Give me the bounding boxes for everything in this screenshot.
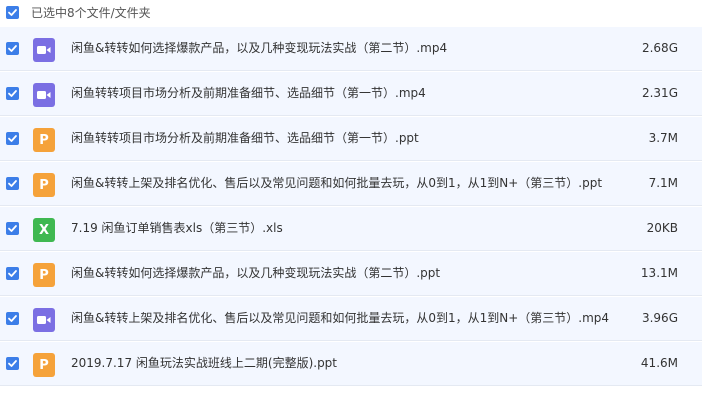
ppt-icon: P [33,128,55,152]
checkmark-icon [8,9,17,16]
checkmark-icon [8,270,17,277]
file-name[interactable]: 闲鱼转转项目市场分析及前期准备细节、选品细节（第一节）.mp4 [71,85,426,101]
file-row[interactable]: 闲鱼&转转上架及排名优化、售后以及常见问题和如何批量去玩，从0到1，从1到N+（… [0,297,702,341]
file-size: 2.68G [641,41,678,55]
file-row[interactable]: P 闲鱼&转转上架及排名优化、售后以及常见问题和如何批量去玩，从0到1，从1到N… [0,162,702,206]
file-row[interactable]: 闲鱼转转项目市场分析及前期准备细节、选品细节（第一节）.mp4 2.31G [0,72,702,116]
file-size: 13.1M [640,266,678,280]
checkmark-icon [8,135,17,142]
ppt-icon: P [33,353,55,377]
row-checkbox[interactable] [6,312,19,325]
file-size: 2.31G [641,86,678,100]
file-row[interactable]: P 闲鱼转转项目市场分析及前期准备细节、选品细节（第一节）.ppt 3.7M [0,117,702,161]
selection-count-label: 已选中8个文件/文件夹 [31,6,151,20]
row-checkbox[interactable] [6,177,19,190]
checkmark-icon [8,360,17,367]
file-name[interactable]: 2019.7.17 闲鱼玩法实战班线上二期(完整版).ppt [71,355,337,371]
selection-header: 已选中8个文件/文件夹 [0,0,702,27]
file-name[interactable]: 闲鱼&转转如何选择爆款产品，以及几种变现玩法实战（第二节）.ppt [71,265,440,281]
checkmark-icon [8,90,17,97]
checkmark-icon [8,45,17,52]
row-checkbox[interactable] [6,42,19,55]
xls-icon: X [33,218,55,242]
file-name[interactable]: 闲鱼转转项目市场分析及前期准备细节、选品细节（第一节）.ppt [71,130,419,146]
file-row[interactable]: 闲鱼&转转如何选择爆款产品，以及几种变现玩法实战（第二节）.mp4 2.68G [0,27,702,71]
checkmark-icon [8,315,17,322]
file-name[interactable]: 闲鱼&转转上架及排名优化、售后以及常见问题和如何批量去玩，从0到1，从1到N+（… [71,310,609,326]
file-size: 3.7M [648,131,678,145]
file-size: 3.96G [641,311,678,325]
row-checkbox[interactable] [6,132,19,145]
row-checkbox[interactable] [6,357,19,370]
checkmark-icon [8,180,17,187]
select-all-checkbox[interactable] [6,6,19,19]
file-size: 20KB [646,221,678,235]
file-name[interactable]: 闲鱼&转转如何选择爆款产品，以及几种变现玩法实战（第二节）.mp4 [71,40,447,56]
file-row[interactable]: X 7.19 闲鱼订单销售表xls（第三节）.xls 20KB [0,207,702,251]
file-row[interactable]: P 闲鱼&转转如何选择爆款产品，以及几种变现玩法实战（第二节）.ppt 13.1… [0,252,702,296]
video-icon [33,83,55,107]
checkmark-icon [8,225,17,232]
row-checkbox[interactable] [6,222,19,235]
file-row[interactable]: P 2019.7.17 闲鱼玩法实战班线上二期(完整版).ppt 41.6M [0,342,702,386]
file-name[interactable]: 7.19 闲鱼订单销售表xls（第三节）.xls [71,220,283,236]
video-icon [33,308,55,332]
video-icon [33,38,55,62]
row-checkbox[interactable] [6,87,19,100]
row-checkbox[interactable] [6,267,19,280]
file-size: 41.6M [640,356,678,370]
file-size: 7.1M [648,176,678,190]
ppt-icon: P [33,263,55,287]
ppt-icon: P [33,173,55,197]
file-name[interactable]: 闲鱼&转转上架及排名优化、售后以及常见问题和如何批量去玩，从0到1，从1到N+（… [71,175,602,191]
